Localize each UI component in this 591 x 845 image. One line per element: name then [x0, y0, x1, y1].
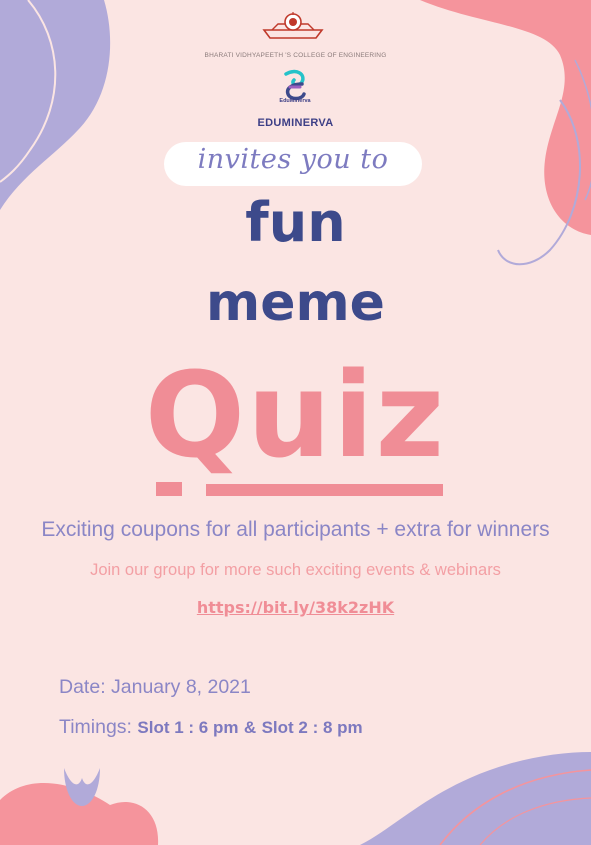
bottom-right-blob: [360, 752, 591, 845]
college-crest-logo: [262, 12, 324, 39]
event-poster: BHARATI VIDHYAPEETH 'S COLLEGE OF ENGINE…: [0, 0, 591, 845]
join-group-text: Join our group for more such exciting ev…: [90, 561, 501, 579]
quiz-underline: [206, 484, 443, 496]
college-name: BHARATI VIDHYAPEETH 'S COLLEGE OF ENGINE…: [204, 52, 387, 59]
timings-label: Timings:: [59, 716, 132, 738]
invite-text: invites you to: [197, 144, 389, 175]
title-quiz: Quiz: [144, 346, 447, 484]
benefits-text: Exciting coupons for all participants + …: [41, 518, 550, 541]
title-fun: fun: [245, 191, 346, 254]
organizer-name: EDUMINERVA: [257, 117, 334, 129]
top-left-blob: [0, 0, 111, 210]
group-link[interactable]: https://bit.ly/38k2zHK: [0, 598, 591, 617]
slot-separator: &: [243, 718, 257, 737]
quiz-underline-tail: [156, 482, 182, 496]
slot-2: Slot 2 : 8 pm: [261, 718, 363, 737]
slot-1: Slot 1 : 6 pm: [137, 718, 239, 737]
event-timings: Timings: Slot 1 : 6 pm & Slot 2 : 8 pm: [59, 716, 363, 739]
title-meme: meme: [206, 273, 385, 333]
eduminerva-logo-caption: EduMinerva: [279, 98, 311, 104]
event-date: Date: January 8, 2021: [59, 676, 251, 698]
